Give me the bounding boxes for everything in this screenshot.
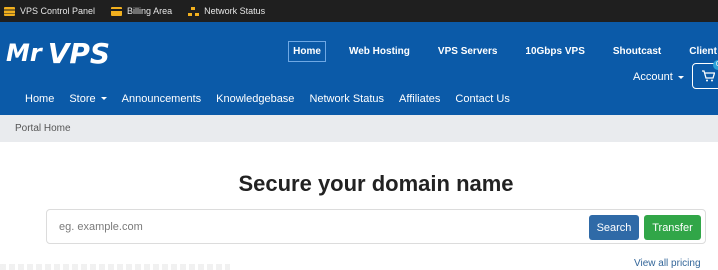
subnav-knowledgebase[interactable]: Knowledgebase: [216, 93, 294, 105]
server-icon: [4, 6, 15, 16]
logo[interactable]: Mr VPS: [6, 36, 110, 70]
subnav-contact-us[interactable]: Contact Us: [455, 93, 509, 105]
logo-text-part1: Mr: [6, 39, 42, 67]
mainnav-shoutcast[interactable]: Shoutcast: [608, 41, 666, 62]
site-header: Mr VPS Home Web Hosting VPS Servers 10Gb…: [0, 22, 718, 115]
sitemap-icon: [188, 6, 200, 16]
shopping-cart-icon: [702, 70, 715, 82]
subnav-affiliates[interactable]: Affiliates: [399, 93, 440, 105]
search-button[interactable]: Search: [589, 215, 639, 240]
topbar-link-label: Network Status: [204, 6, 266, 16]
subnav-network-status[interactable]: Network Status: [309, 93, 384, 105]
secondary-navigation: Home Store Announcements Knowledgebase N…: [0, 82, 718, 115]
topbar-link-billing-area[interactable]: Billing Area: [111, 6, 172, 16]
mainnav-home[interactable]: Home: [288, 41, 326, 62]
domain-search-input[interactable]: [59, 218, 559, 236]
mainnav-vps-servers[interactable]: VPS Servers: [433, 41, 503, 62]
faded-text-strip: [0, 264, 230, 270]
topbar-link-network-status[interactable]: Network Status: [188, 6, 265, 16]
topbar-link-label: VPS Control Panel: [20, 6, 96, 16]
topbar-link-vps-control-panel[interactable]: VPS Control Panel: [4, 6, 95, 16]
subnav-announcements[interactable]: Announcements: [122, 93, 202, 105]
mainnav-client[interactable]: Client: [684, 41, 718, 62]
mainnav-10gbps-vps[interactable]: 10Gbps VPS: [520, 41, 589, 62]
topbar-link-label: Billing Area: [127, 6, 173, 16]
account-dropdown[interactable]: Account: [633, 71, 684, 83]
subnav-store[interactable]: Store: [69, 92, 107, 105]
subnav-store-label: Store: [69, 92, 96, 105]
domain-search-box: Search Transfer: [46, 209, 706, 244]
main-navigation: Home Web Hosting VPS Servers 10Gbps VPS …: [270, 41, 718, 62]
chevron-down-icon: [677, 75, 684, 79]
view-all-pricing-link[interactable]: View all pricing: [634, 258, 701, 269]
cart-button[interactable]: 0: [692, 60, 718, 89]
transfer-button[interactable]: Transfer: [644, 215, 701, 240]
breadcrumb: Portal Home: [0, 115, 718, 142]
credit-card-icon: [111, 6, 123, 16]
logo-text-part2: VPS: [47, 36, 111, 70]
mainnav-web-hosting[interactable]: Web Hosting: [344, 41, 415, 62]
domain-search-headline: Secure your domain name: [238, 171, 514, 196]
cart-count-badge: 0: [713, 60, 718, 70]
top-utility-bar: VPS Control Panel Billing Area Network S…: [0, 0, 718, 22]
chevron-down-icon: [100, 97, 107, 100]
subnav-home[interactable]: Home: [25, 93, 54, 105]
breadcrumb-portal-home[interactable]: Portal Home: [15, 123, 71, 134]
account-label: Account: [633, 71, 673, 83]
